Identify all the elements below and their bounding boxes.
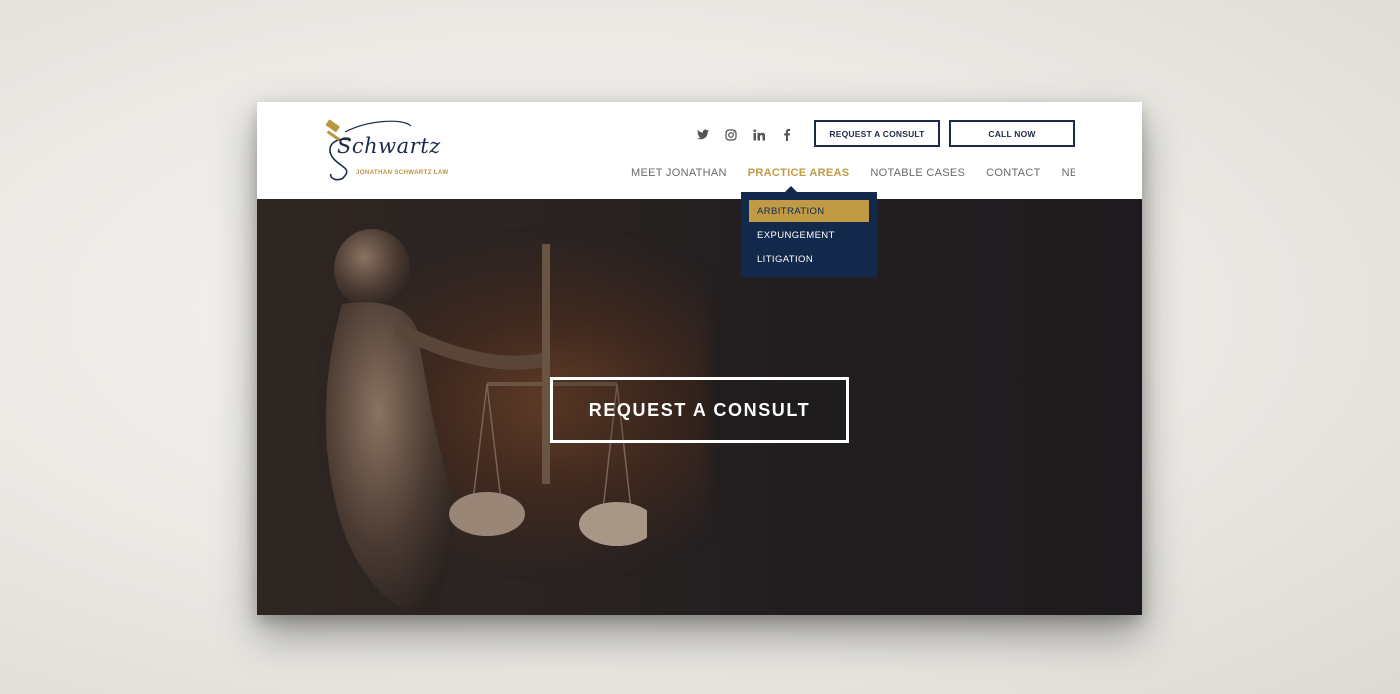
social-links bbox=[695, 127, 794, 142]
nav-item-contact[interactable]: CONTACT bbox=[986, 167, 1040, 179]
main-nav: MEET JONATHAN PRACTICE AREAS NOTABLE CAS… bbox=[631, 167, 1075, 179]
facebook-icon[interactable] bbox=[779, 127, 794, 142]
hero-section: REQUEST A CONSULT bbox=[257, 199, 1142, 615]
instagram-icon[interactable] bbox=[723, 127, 738, 142]
dropdown-item-expungement[interactable]: EXPUNGEMENT bbox=[749, 224, 869, 246]
gavel-icon bbox=[325, 119, 340, 141]
dropdown-item-arbitration[interactable]: ARBITRATION bbox=[749, 200, 869, 222]
linkedin-icon[interactable] bbox=[751, 127, 766, 142]
hero-request-consult-button[interactable]: REQUEST A CONSULT bbox=[550, 377, 849, 443]
logo-subtitle: JONATHAN SCHWARTZ LAW bbox=[356, 169, 449, 176]
call-now-button[interactable]: CALL NOW bbox=[949, 120, 1075, 147]
dropdown-item-litigation[interactable]: LITIGATION bbox=[749, 248, 869, 270]
twitter-icon[interactable] bbox=[695, 127, 710, 142]
nav-item-meet-jonathan[interactable]: MEET JONATHAN bbox=[631, 167, 727, 179]
request-consult-button[interactable]: REQUEST A CONSULT bbox=[814, 120, 940, 147]
nav-item-news[interactable]: NEWS bbox=[1062, 167, 1075, 179]
logo-script-text: Schwartz bbox=[337, 134, 441, 158]
logo[interactable]: Schwartz JONATHAN SCHWARTZ LAW bbox=[323, 118, 457, 184]
website-frame: Schwartz JONATHAN SCHWARTZ LAW REQUEST A… bbox=[257, 102, 1142, 615]
practice-areas-dropdown: ARBITRATION EXPUNGEMENT LITIGATION bbox=[741, 192, 877, 277]
nav-item-practice-areas[interactable]: PRACTICE AREAS bbox=[748, 167, 850, 179]
site-header: Schwartz JONATHAN SCHWARTZ LAW REQUEST A… bbox=[257, 102, 1142, 199]
nav-item-notable-cases[interactable]: NOTABLE CASES bbox=[870, 167, 965, 179]
